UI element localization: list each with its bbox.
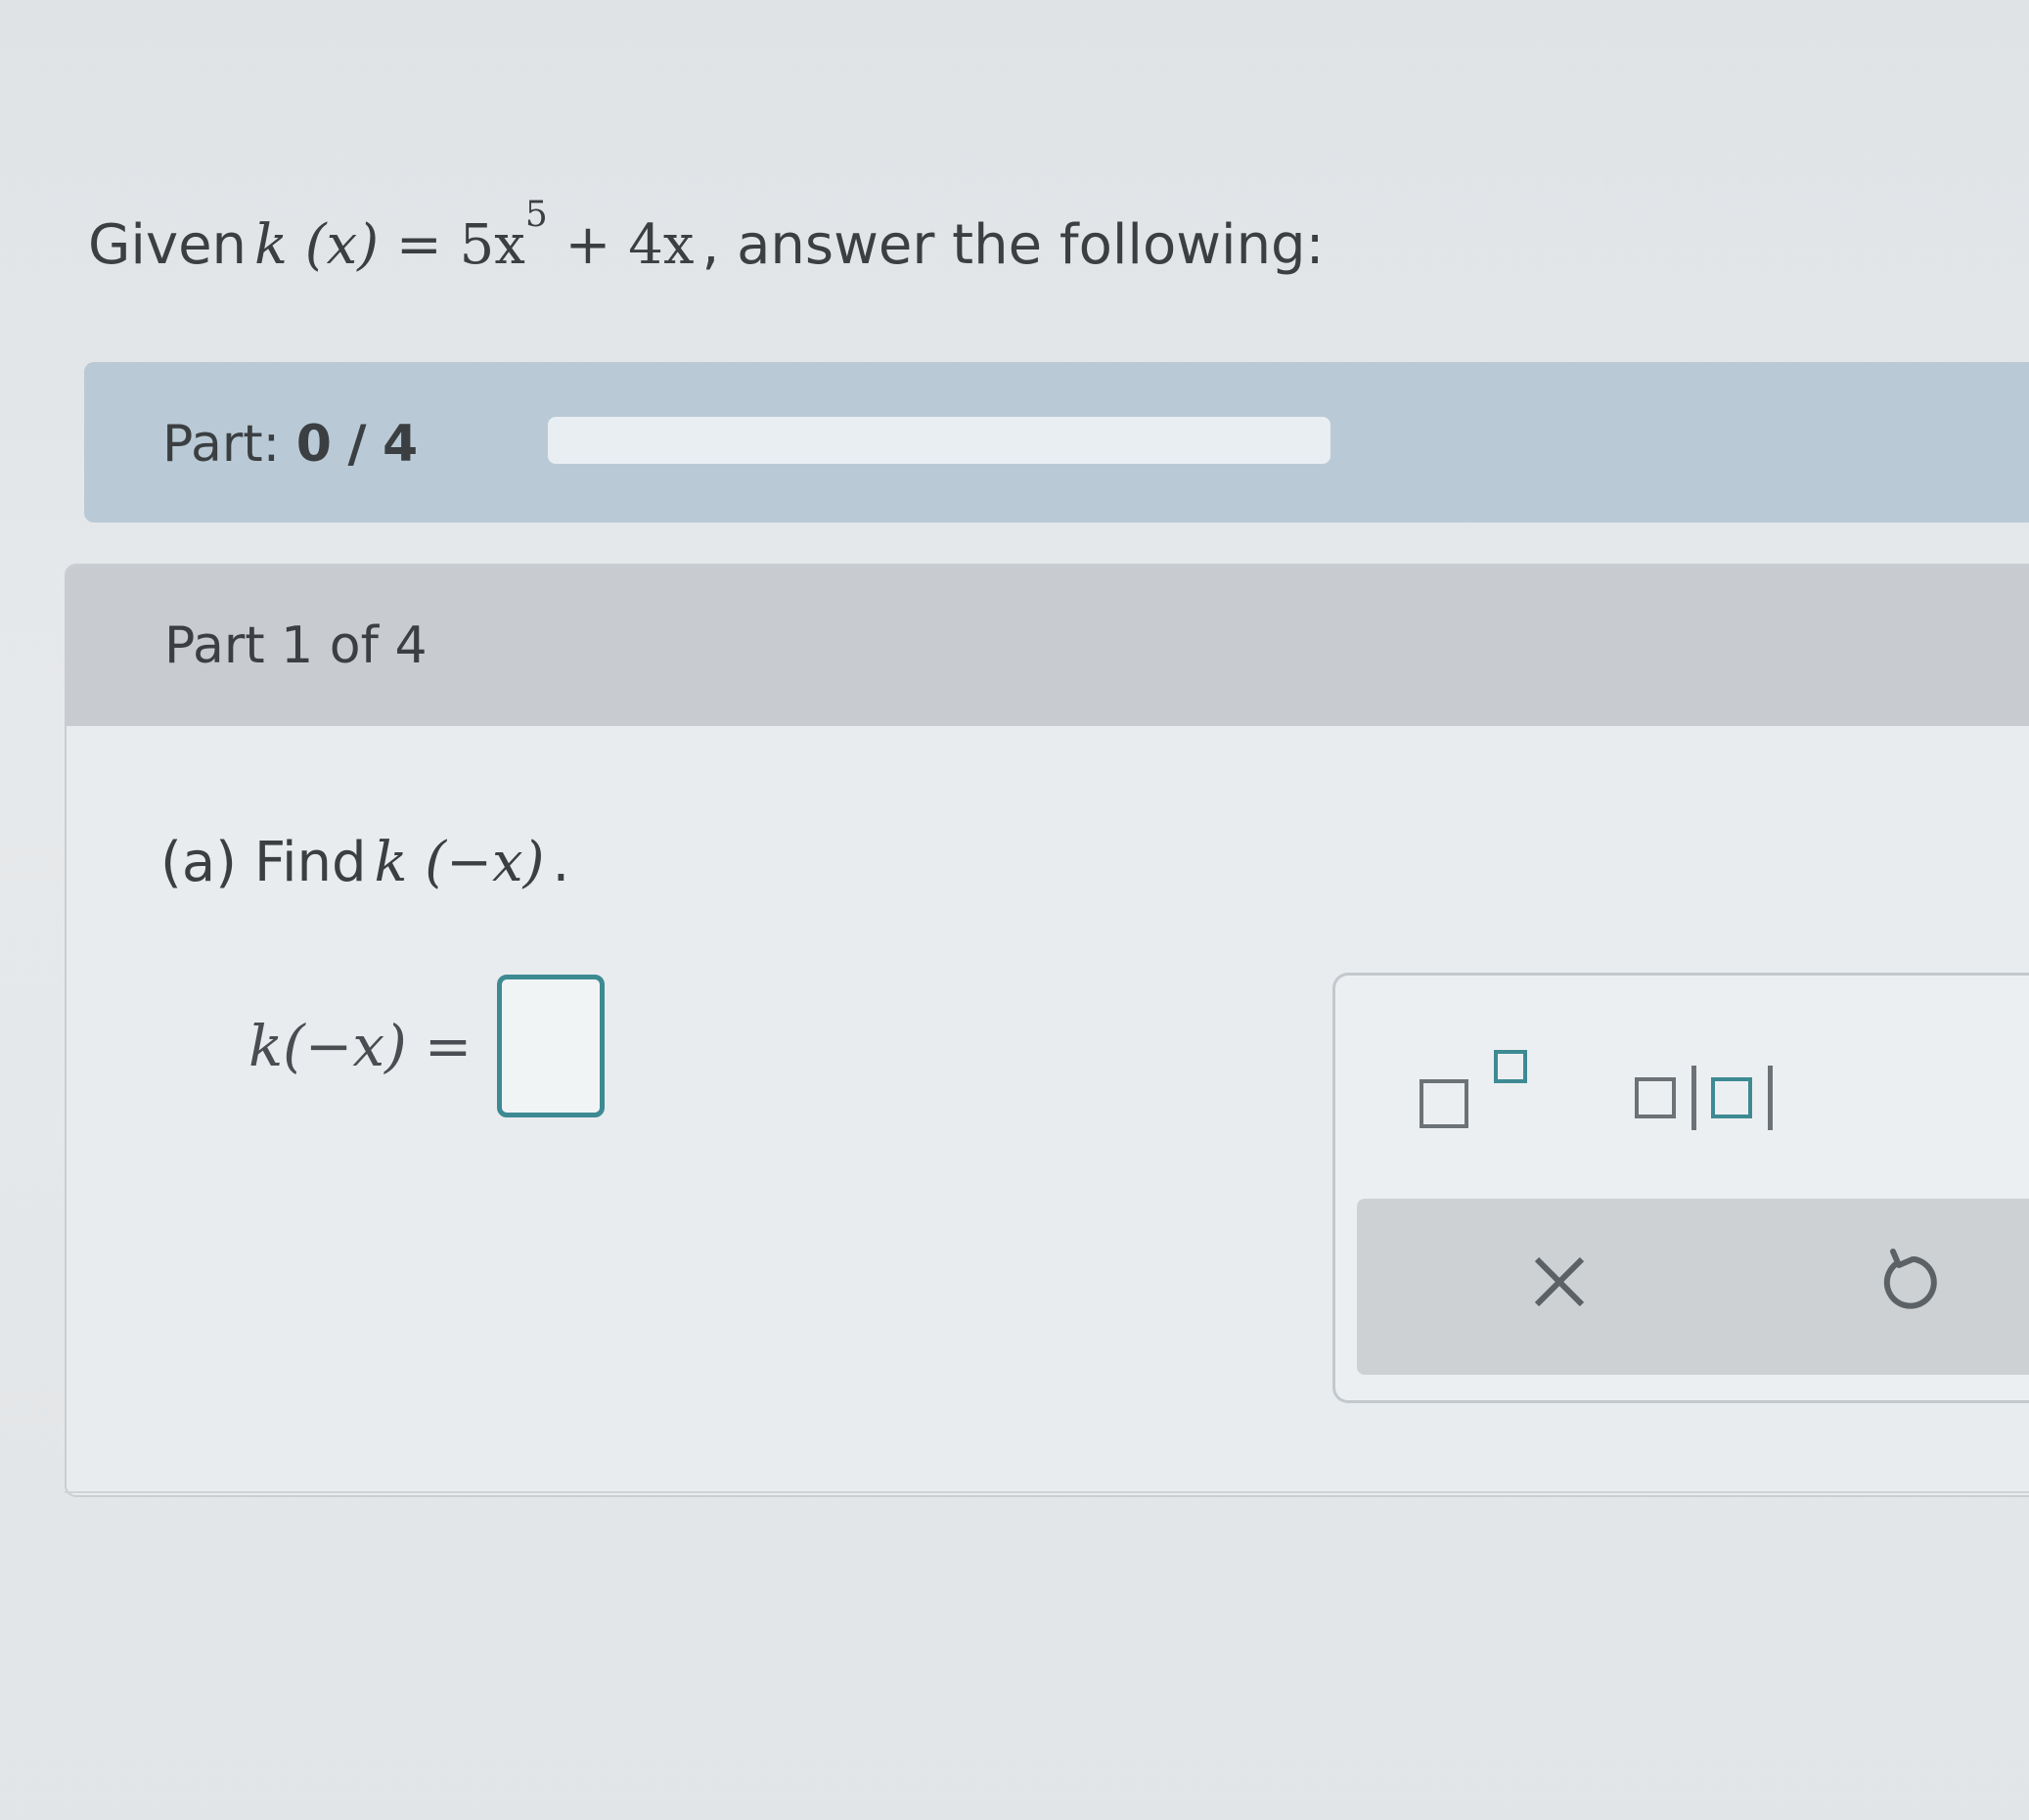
abs-right-bar bbox=[1768, 1066, 1773, 1130]
term-2: + 4x bbox=[564, 213, 695, 277]
superscript-exponent-box bbox=[1494, 1050, 1527, 1083]
given-label: Given bbox=[88, 213, 248, 277]
progress-banner: Part: 0 / 4 bbox=[84, 362, 2029, 523]
answer-row: k(−x) = bbox=[248, 975, 606, 1117]
progress-total: 4 bbox=[382, 415, 419, 474]
problem-suffix: , answer the following: bbox=[701, 213, 1325, 277]
absolute-value-template-icon[interactable] bbox=[1635, 1066, 1781, 1134]
question-suffix: . bbox=[552, 831, 570, 894]
abs-inner-box bbox=[1711, 1077, 1752, 1118]
term-1: 5x bbox=[459, 213, 525, 277]
close-icon[interactable] bbox=[1525, 1248, 1594, 1316]
function-expression: k (x) = 5x5 + 4x bbox=[254, 176, 694, 285]
question-prefix: (a) Find bbox=[160, 831, 367, 894]
progress-separator: / bbox=[347, 415, 367, 474]
math-tool-panel bbox=[1332, 973, 2029, 1403]
function-lhs: k (x) bbox=[254, 213, 380, 277]
page-divider bbox=[65, 1491, 2029, 1493]
problem-statement: Given k (x) = 5x5 + 4x , answer the foll… bbox=[88, 176, 1324, 285]
progress-track bbox=[548, 417, 1330, 464]
undo-icon[interactable] bbox=[1875, 1246, 1944, 1314]
abs-left-bar bbox=[1691, 1066, 1696, 1130]
superscript-template-icon[interactable] bbox=[1420, 1050, 1527, 1138]
progress-label-text: Part: bbox=[162, 415, 281, 474]
superscript-base-box bbox=[1420, 1079, 1468, 1128]
exponent: 5 bbox=[524, 195, 548, 235]
part-header: Part 1 of 4 bbox=[67, 566, 2029, 726]
answer-input[interactable] bbox=[497, 975, 606, 1117]
question-text: (a) Find k (−x) . bbox=[160, 824, 569, 902]
part-header-title: Part 1 of 4 bbox=[164, 616, 428, 675]
progress-current: 0 bbox=[295, 415, 332, 474]
progress-label: Part: 0 / 4 bbox=[162, 413, 418, 476]
answer-lhs: k(−x) bbox=[248, 1013, 407, 1079]
abs-left-box bbox=[1635, 1077, 1676, 1118]
equals-sign: = bbox=[395, 213, 442, 277]
question-math: k (−x) bbox=[374, 831, 545, 894]
tool-action-bar bbox=[1357, 1199, 2029, 1375]
answer-equals: = bbox=[424, 1013, 473, 1079]
